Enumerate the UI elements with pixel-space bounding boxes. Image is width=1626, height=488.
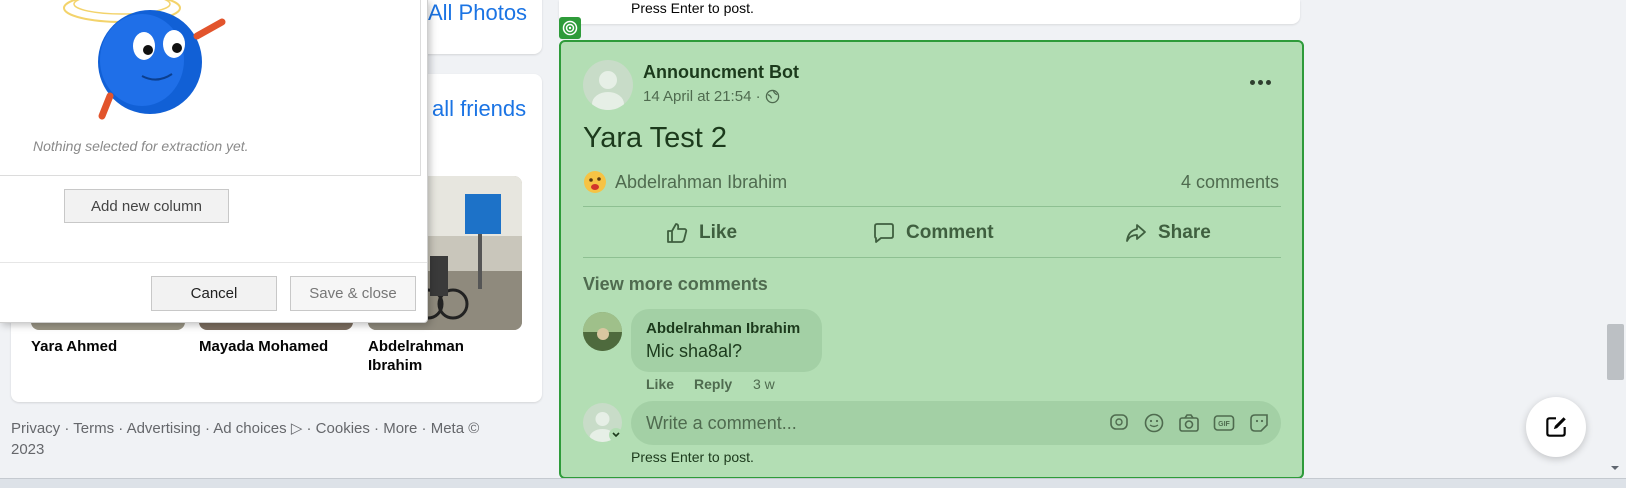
page-scrollbar[interactable] bbox=[1605, 0, 1626, 487]
reaction-emoji-icon[interactable] bbox=[583, 170, 607, 199]
view-more-comments-link[interactable]: View more comments bbox=[583, 274, 768, 295]
add-new-column-button[interactable]: Add new column bbox=[64, 189, 229, 223]
scroll-down-arrow-icon[interactable] bbox=[1609, 460, 1621, 470]
comments-count[interactable]: 4 comments bbox=[1181, 172, 1279, 193]
friend-name-1[interactable]: Yara Ahmed bbox=[31, 337, 117, 356]
share-arrow-icon bbox=[1126, 224, 1146, 242]
sticker-icon[interactable] bbox=[1247, 411, 1271, 435]
friend-name-2[interactable]: Mayada Mohamed bbox=[199, 337, 328, 356]
globe-icon bbox=[765, 89, 779, 104]
comment-reply-link[interactable]: Reply bbox=[694, 376, 732, 392]
composer-hint: Press Enter to post. bbox=[631, 449, 754, 465]
compose-pencil-icon bbox=[1546, 417, 1566, 437]
avatar-chevron-down-icon[interactable] bbox=[609, 428, 623, 442]
actions-top-divider bbox=[583, 206, 1281, 207]
post-options-icon[interactable] bbox=[1246, 72, 1274, 92]
selection-marker-icon[interactable] bbox=[559, 17, 581, 39]
author-avatar[interactable] bbox=[583, 60, 633, 110]
new-message-button[interactable] bbox=[1526, 397, 1586, 457]
commenter-name[interactable]: Abdelrahman Ibrahim bbox=[646, 320, 800, 337]
thumbs-up-icon bbox=[667, 223, 688, 243]
camera-icon[interactable] bbox=[1177, 411, 1201, 435]
commenter-avatar[interactable] bbox=[583, 312, 622, 351]
emoji-icon[interactable] bbox=[1142, 411, 1166, 435]
comment-button[interactable]: Comment bbox=[872, 221, 994, 245]
save-close-button[interactable]: Save & close bbox=[290, 276, 416, 311]
dialog-divider bbox=[0, 262, 427, 263]
reactor-name[interactable]: Abdelrahman Ibrahim bbox=[615, 172, 787, 193]
see-all-friends-link[interactable]: all friends bbox=[432, 96, 526, 122]
comment-like-link[interactable]: Like bbox=[646, 376, 674, 392]
mascot-illustration bbox=[63, 0, 226, 120]
cancel-button[interactable]: Cancel bbox=[151, 276, 277, 311]
comment-label: Comment bbox=[906, 222, 994, 243]
like-label: Like bbox=[699, 222, 738, 243]
previous-post-hint: Press Enter to post. bbox=[631, 0, 754, 16]
see-all-photos-link[interactable]: All Photos bbox=[428, 0, 527, 26]
comment-input-placeholder: Write a comment... bbox=[646, 413, 797, 433]
comment-age[interactable]: 3 w bbox=[753, 376, 775, 392]
gif-icon[interactable]: GIF bbox=[1212, 411, 1236, 435]
friend-name-3[interactable]: Abdelrahman Ibrahim bbox=[368, 337, 478, 375]
comment-bubble-icon bbox=[874, 223, 894, 243]
extraction-dialog: Nothing selected for extraction yet. Add… bbox=[0, 0, 428, 323]
svg-text:GIF: GIF bbox=[1218, 421, 1230, 428]
scrollbar-thumb[interactable] bbox=[1607, 324, 1624, 380]
avatar-sticker-icon[interactable] bbox=[1107, 411, 1131, 435]
share-label: Share bbox=[1158, 222, 1211, 243]
actions-bottom-divider bbox=[583, 257, 1281, 258]
comment-text: Mic sha8al? bbox=[646, 341, 743, 361]
empty-state-message: Nothing selected for extraction yet. bbox=[33, 138, 249, 154]
post-author-name[interactable]: Announcment Bot bbox=[643, 62, 799, 83]
like-button[interactable]: Like bbox=[665, 221, 737, 245]
share-button[interactable]: Share bbox=[1124, 221, 1211, 245]
post-timestamp[interactable]: 14 April at 21:54 · bbox=[643, 88, 761, 105]
post-title: Yara Test 2 bbox=[583, 122, 728, 154]
footer-links[interactable]: Privacy · Terms · Advertising · Ad choic… bbox=[11, 418, 511, 460]
